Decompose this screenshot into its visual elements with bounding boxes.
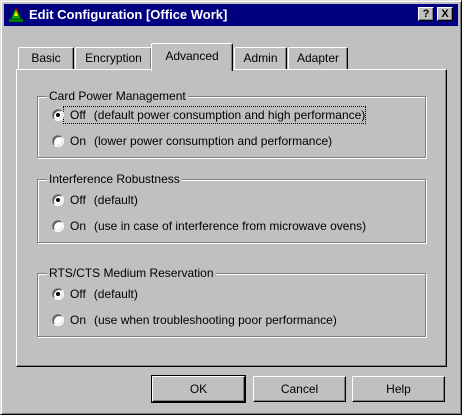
advanced-tab-panel: Card Power Management Off (default power… bbox=[16, 69, 447, 367]
ok-button[interactable]: OK bbox=[151, 375, 246, 403]
group-title: RTS/CTS Medium Reservation bbox=[47, 265, 216, 281]
option-label: Off bbox=[70, 193, 86, 207]
tab-advanced[interactable]: Advanced bbox=[151, 43, 233, 71]
tab-basic[interactable]: Basic bbox=[18, 47, 74, 69]
rts-cts-medium-reservation-group: RTS/CTS Medium Reservation Off (default)… bbox=[37, 265, 426, 337]
option-label: On bbox=[70, 313, 87, 327]
radio-button[interactable] bbox=[52, 109, 64, 121]
rts-off-option[interactable]: Off (default) bbox=[52, 286, 138, 302]
radio-button[interactable] bbox=[52, 220, 64, 232]
option-label: On bbox=[70, 134, 87, 148]
option-description: (use when troubleshooting poor performan… bbox=[94, 313, 337, 327]
app-icon bbox=[9, 8, 23, 22]
radio-button[interactable] bbox=[52, 194, 64, 206]
radio-button[interactable] bbox=[52, 135, 64, 147]
power-on-option[interactable]: On (lower power consumption and performa… bbox=[52, 133, 332, 149]
option-description: (default) bbox=[93, 193, 138, 207]
group-title: Interference Robustness bbox=[47, 171, 182, 187]
radio-button[interactable] bbox=[52, 314, 64, 326]
radio-button[interactable] bbox=[52, 288, 64, 300]
group-title: Card Power Management bbox=[47, 88, 188, 104]
option-label: Off bbox=[70, 287, 86, 301]
interference-robustness-group: Interference Robustness Off (default) On… bbox=[37, 171, 426, 243]
option-description: (default) bbox=[93, 287, 138, 301]
tab-admin[interactable]: Admin bbox=[234, 47, 287, 69]
cancel-button[interactable]: Cancel bbox=[253, 376, 346, 402]
help-button[interactable]: Help bbox=[352, 376, 445, 402]
interference-off-option[interactable]: Off (default) bbox=[52, 192, 138, 208]
power-off-option[interactable]: Off (default power consumption and high … bbox=[52, 106, 367, 124]
title-bar[interactable]: Edit Configuration [Office Work] ? X bbox=[4, 4, 458, 26]
option-label: Off bbox=[70, 108, 86, 122]
close-button[interactable]: X bbox=[437, 7, 453, 21]
interference-on-option[interactable]: On (use in case of interference from mic… bbox=[52, 218, 366, 234]
help-title-button[interactable]: ? bbox=[418, 7, 434, 21]
focus-indicator: Off (default power consumption and high … bbox=[62, 106, 367, 124]
edit-configuration-dialog: Edit Configuration [Office Work] ? X Bas… bbox=[0, 0, 462, 415]
option-description: (default power consumption and high perf… bbox=[93, 108, 366, 122]
tab-adapter[interactable]: Adapter bbox=[288, 47, 348, 69]
rts-on-option[interactable]: On (use when troubleshooting poor perfor… bbox=[52, 312, 337, 328]
window-title: Edit Configuration [Office Work] bbox=[29, 7, 228, 22]
option-description: (lower power consumption and performance… bbox=[94, 134, 333, 148]
option-label: On bbox=[70, 219, 87, 233]
tab-encryption[interactable]: Encryption bbox=[75, 47, 152, 69]
option-description: (use in case of interference from microw… bbox=[94, 219, 367, 233]
card-power-management-group: Card Power Management Off (default power… bbox=[37, 88, 426, 158]
